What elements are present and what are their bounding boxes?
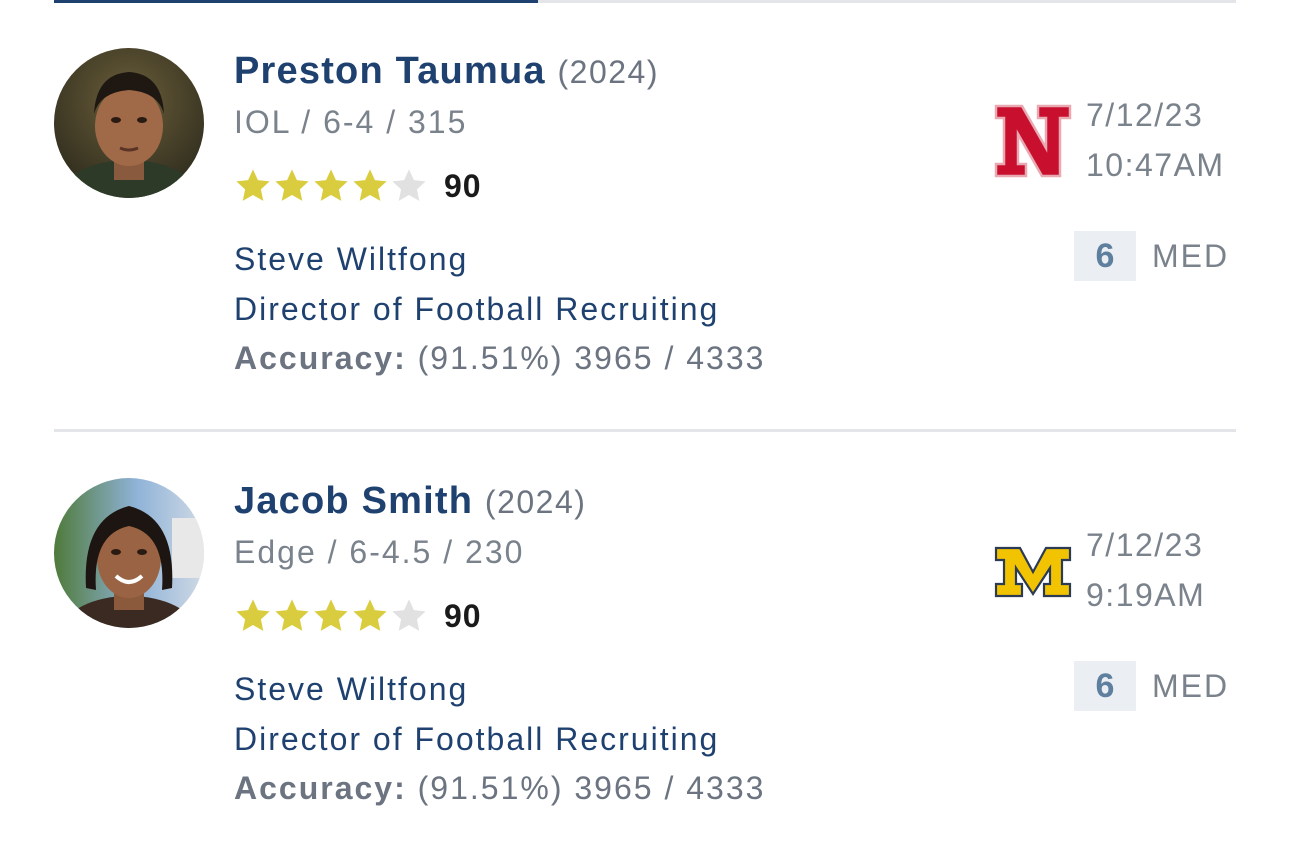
accuracy-value: (91.51%) 3965 / 4333	[417, 340, 766, 376]
position-height-weight: Edge / 6-4.5 / 230	[234, 534, 525, 570]
player-name-line: Jacob Smith (2024)	[234, 478, 586, 525]
player-name[interactable]: Preston Taumua	[234, 50, 546, 92]
class-year: (2024)	[557, 54, 659, 90]
rating-score: 90	[444, 597, 482, 634]
class-year: (2024)	[484, 484, 587, 520]
star-rating	[234, 167, 428, 205]
star-filled-icon	[236, 169, 270, 201]
star-filled-icon	[275, 599, 309, 631]
confidence-value: 6	[1074, 231, 1136, 281]
confidence-indicator: 6 MED	[1074, 231, 1229, 281]
analyst-info: Steve Wiltfong Director of Football Recr…	[234, 234, 719, 334]
michigan-logo-icon[interactable]	[994, 534, 1072, 608]
accuracy-value: (91.51%) 3965 / 4333	[417, 770, 766, 806]
analyst-accuracy: Accuracy: (91.51%) 3965 / 4333	[234, 336, 765, 380]
confidence-indicator: 6 MED	[1074, 661, 1229, 711]
player-name[interactable]: Jacob Smith	[234, 480, 473, 522]
analyst-title: Director of Football Recruiting	[234, 291, 720, 327]
prediction-date: 7/12/23	[1086, 97, 1204, 133]
prediction-datetime: 7/12/23 9:19AM	[1086, 520, 1205, 620]
confidence-label: MED	[1152, 237, 1230, 274]
star-filled-icon	[275, 169, 309, 201]
rating-score: 90	[444, 167, 482, 204]
player-name-line: Preston Taumua (2024)	[234, 48, 659, 95]
prediction-card[interactable]: Preston Taumua (2024) IOL / 6-4 / 315 90…	[54, 46, 1236, 426]
tab-indicator-track	[54, 0, 1236, 3]
prediction-card[interactable]: Jacob Smith (2024) Edge / 6-4.5 / 230 90…	[54, 476, 1236, 856]
player-rating: 90	[234, 596, 482, 636]
prediction-time: 10:47AM	[1086, 147, 1225, 183]
player-avatar[interactable]	[54, 478, 204, 628]
tab-indicator-active	[54, 0, 538, 3]
star-filled-icon	[353, 599, 387, 631]
analyst-title: Director of Football Recruiting	[234, 721, 720, 757]
prediction-date: 7/12/23	[1086, 527, 1204, 563]
confidence-label: MED	[1152, 667, 1230, 704]
star-filled-icon	[314, 169, 348, 201]
card-divider	[54, 429, 1236, 432]
star-empty-icon	[392, 169, 426, 201]
star-filled-icon	[353, 169, 387, 201]
player-rating: 90	[234, 166, 482, 206]
accuracy-label: Accuracy:	[234, 340, 407, 376]
player-avatar[interactable]	[54, 48, 204, 198]
star-rating	[234, 597, 428, 635]
star-filled-icon	[236, 599, 270, 631]
prediction-time: 9:19AM	[1086, 577, 1206, 613]
star-empty-icon	[392, 599, 426, 631]
prediction-datetime: 7/12/23 10:47AM	[1086, 90, 1225, 190]
analyst-info: Steve Wiltfong Director of Football Recr…	[234, 664, 719, 764]
analyst-name[interactable]: Steve Wiltfong	[234, 664, 719, 714]
position-height-weight: IOL / 6-4 / 315	[234, 104, 468, 140]
nebraska-logo-icon[interactable]	[994, 104, 1072, 178]
star-filled-icon	[314, 599, 348, 631]
analyst-name[interactable]: Steve Wiltfong	[234, 234, 719, 284]
analyst-accuracy: Accuracy: (91.51%) 3965 / 4333	[234, 766, 765, 810]
confidence-value: 6	[1074, 661, 1136, 711]
accuracy-label: Accuracy:	[234, 770, 407, 806]
